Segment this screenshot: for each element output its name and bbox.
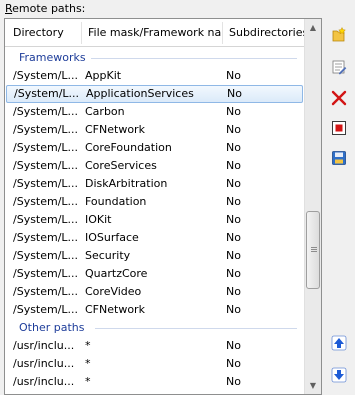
edit-path-icon <box>332 60 347 75</box>
cell-file-mask: AppKit <box>85 69 122 82</box>
cell-file-mask: * <box>85 375 91 388</box>
cell-subdirectories: No <box>226 105 241 118</box>
cell-file-mask: * <box>85 339 91 352</box>
table-row[interactable]: /System/L... IOKit No <box>5 211 305 229</box>
cell-subdirectories: No <box>226 195 241 208</box>
cell-directory: /System/L... <box>13 69 79 82</box>
group-header: Frameworks <box>5 49 305 67</box>
cell-file-mask: Carbon <box>85 105 125 118</box>
cell-directory: /System/L... <box>13 123 79 136</box>
cell-directory: /System/L... <box>13 105 79 118</box>
table-row[interactable]: /System/L... ApplicationServices No <box>6 85 303 103</box>
add-path-icon <box>332 27 346 42</box>
cell-directory: /System/L... <box>13 141 79 154</box>
cell-file-mask: CoreServices <box>85 159 157 172</box>
cell-directory: /System/L... <box>14 87 80 100</box>
cell-subdirectories: No <box>226 303 241 316</box>
table-row[interactable]: /usr/inclu... * No <box>5 355 305 373</box>
table-row[interactable]: /System/L... CoreServices No <box>5 157 305 175</box>
table-row[interactable]: /System/L... CoreFoundation No <box>5 139 305 157</box>
cell-directory: /usr/inclu... <box>13 375 75 388</box>
cell-subdirectories: No <box>226 231 241 244</box>
move-down-button[interactable] <box>329 365 349 385</box>
table-row[interactable]: /System/L... Foundation No <box>5 193 305 211</box>
cell-file-mask: Foundation <box>85 195 147 208</box>
table-row[interactable]: /System/L... IOSurface No <box>5 229 305 247</box>
column-header-subdirectories[interactable]: Subdirectories <box>223 19 305 46</box>
column-header-directory[interactable]: Directory <box>7 19 82 46</box>
remote-paths-list[interactable]: Directory File mask/Framework name Subdi… <box>4 18 322 395</box>
list-rows: Frameworks/System/L... AppKit No/System/L.… <box>5 49 305 391</box>
vertical-scrollbar[interactable]: ▲ ▼ <box>304 19 321 394</box>
table-row[interactable]: /System/L... Security No <box>5 247 305 265</box>
cell-file-mask: CFNetwork <box>85 123 145 136</box>
cell-directory: /System/L... <box>13 213 79 226</box>
cell-directory: /System/L... <box>13 177 79 190</box>
cell-subdirectories: No <box>226 213 241 226</box>
cell-file-mask: CoreVideo <box>85 285 142 298</box>
delete-icon <box>331 90 347 106</box>
table-row[interactable]: /System/L... CFNetwork No <box>5 121 305 139</box>
group-title: Frameworks <box>19 51 86 64</box>
cell-subdirectories: No <box>226 141 241 154</box>
scroll-down-arrow-icon[interactable]: ▼ <box>305 377 321 394</box>
cell-directory: /System/L... <box>13 285 79 298</box>
table-row[interactable]: /System/L... CoreVideo No <box>5 283 305 301</box>
cell-directory: /System/L... <box>13 267 79 280</box>
cell-file-mask: CoreFoundation <box>85 141 172 154</box>
group-title: Other paths <box>19 321 85 334</box>
save-button[interactable] <box>329 148 349 168</box>
cell-directory: /System/L... <box>13 159 79 172</box>
column-header-file-mask[interactable]: File mask/Framework name <box>82 19 222 46</box>
scroll-up-arrow-icon[interactable]: ▲ <box>305 19 321 36</box>
cell-subdirectories: No <box>226 357 241 370</box>
cell-directory: /System/L... <box>13 195 79 208</box>
add-path-button[interactable] <box>329 25 349 45</box>
cell-subdirectories: No <box>226 69 241 82</box>
table-row[interactable]: /System/L... Carbon No <box>5 103 305 121</box>
cell-directory: /System/L... <box>13 303 79 316</box>
cell-subdirectories: No <box>226 159 241 172</box>
cell-subdirectories: No <box>226 177 241 190</box>
move-down-icon <box>331 367 347 383</box>
cell-subdirectories: No <box>226 267 241 280</box>
list-header: Directory File mask/Framework name Subdi… <box>5 19 305 47</box>
group-header: Other paths <box>5 319 305 337</box>
table-row[interactable]: /System/L... AppKit No <box>5 67 305 85</box>
cell-directory: /System/L... <box>13 231 79 244</box>
cell-subdirectories: No <box>226 249 241 262</box>
remote-paths-label-text: emote paths: <box>12 2 86 15</box>
cell-file-mask: IOKit <box>85 213 112 226</box>
cell-subdirectories: No <box>226 285 241 298</box>
table-row[interactable]: /System/L... QuartzCore No <box>5 265 305 283</box>
scroll-thumb[interactable] <box>306 211 320 289</box>
cell-file-mask: CFNetwork <box>85 303 145 316</box>
save-icon <box>332 151 346 165</box>
cell-subdirectories: No <box>226 123 241 136</box>
table-row[interactable]: /System/L... CFNetwork No <box>5 301 305 319</box>
edit-path-button[interactable] <box>329 57 349 77</box>
remote-paths-label: Remote paths: <box>5 2 85 16</box>
delete-button[interactable] <box>329 88 349 108</box>
cell-directory: /usr/inclu... <box>13 357 75 370</box>
cell-file-mask: ApplicationServices <box>86 87 194 100</box>
cell-file-mask: DiskArbitration <box>85 177 168 190</box>
cell-subdirectories: No <box>226 375 241 388</box>
stop-icon <box>332 121 346 135</box>
table-row[interactable]: /usr/inclu... * No <box>5 373 305 391</box>
table-row[interactable]: /usr/inclu... * No <box>5 337 305 355</box>
cell-subdirectories: No <box>226 339 241 352</box>
move-up-button[interactable] <box>329 333 349 353</box>
cell-file-mask: IOSurface <box>85 231 139 244</box>
cell-file-mask: QuartzCore <box>85 267 148 280</box>
stop-button[interactable] <box>329 118 349 138</box>
move-up-icon <box>331 335 347 351</box>
cell-file-mask: Security <box>85 249 131 262</box>
cell-directory: /usr/inclu... <box>13 339 75 352</box>
cell-directory: /System/L... <box>13 249 79 262</box>
cell-subdirectories: No <box>227 87 242 100</box>
cell-file-mask: * <box>85 357 91 370</box>
table-row[interactable]: /System/L... DiskArbitration No <box>5 175 305 193</box>
